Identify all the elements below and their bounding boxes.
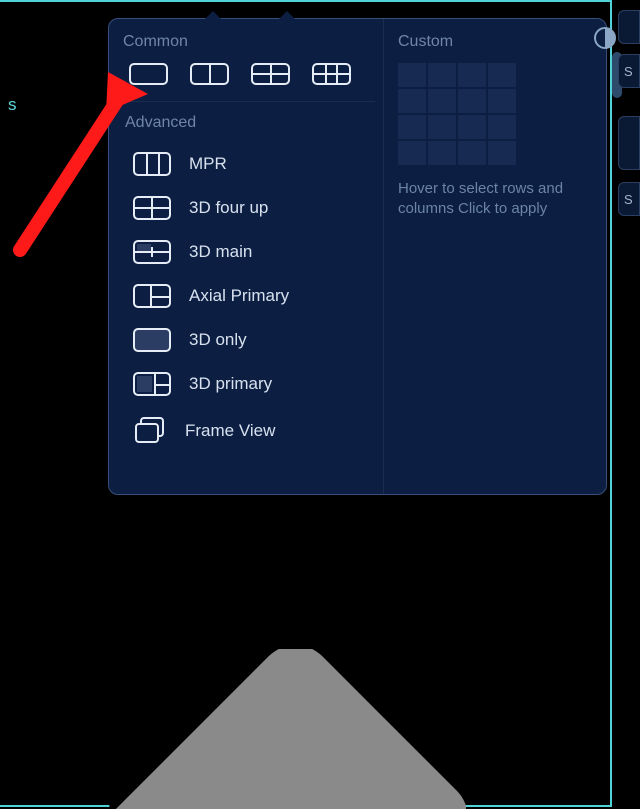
adv-label: Axial Primary	[189, 286, 289, 306]
layout-1x1-icon[interactable]	[129, 63, 168, 85]
adv-item-3d-primary[interactable]: 3D primary	[123, 362, 375, 406]
adv-label: 3D four up	[189, 198, 268, 218]
three-d-main-icon	[133, 240, 171, 264]
layout-1x2-icon[interactable]	[190, 63, 229, 85]
four-up-icon	[133, 196, 171, 220]
right-chip-2[interactable]	[618, 116, 640, 170]
custom-title: Custom	[398, 33, 592, 51]
three-d-primary-icon	[133, 372, 171, 396]
adv-label: 3D only	[189, 330, 247, 350]
adv-label: Frame View	[185, 421, 275, 441]
mpr-icon	[133, 152, 171, 176]
adv-item-3d-only[interactable]: 3D only	[123, 318, 375, 362]
three-d-only-icon	[133, 328, 171, 352]
adv-item-axial-primary[interactable]: Axial Primary	[123, 274, 375, 318]
common-title: Common	[123, 33, 375, 51]
right-toolbar: S S	[616, 0, 640, 250]
divider	[123, 101, 375, 102]
adv-label: MPR	[189, 154, 227, 174]
layout-2x3-icon[interactable]	[312, 63, 351, 85]
adv-label: 3D primary	[189, 374, 272, 394]
common-tiles-row	[123, 63, 375, 85]
ct-slice-image	[108, 649, 466, 809]
advanced-title: Advanced	[125, 114, 375, 132]
popover-left-column: Common Advanced MPR 3D four up 3D main	[109, 19, 383, 494]
adv-item-mpr[interactable]: MPR	[123, 142, 375, 186]
custom-grid[interactable]	[398, 63, 592, 165]
contrast-icon[interactable]	[593, 26, 617, 50]
truncated-text-left: s	[8, 95, 17, 115]
right-chip-0[interactable]	[618, 10, 640, 44]
advanced-list: MPR 3D four up 3D main Axial Primary 3D …	[123, 142, 375, 456]
right-chip-1[interactable]: S	[618, 54, 640, 88]
frame-view-icon	[133, 416, 167, 446]
right-chip-3[interactable]: S	[618, 182, 640, 216]
custom-help-text: Hover to select rows and columns Click t…	[398, 179, 592, 220]
adv-item-frame-view[interactable]: Frame View	[123, 406, 375, 456]
adv-item-3d-four-up[interactable]: 3D four up	[123, 186, 375, 230]
layout-2x2-icon[interactable]	[251, 63, 290, 85]
adv-item-3d-main[interactable]: 3D main	[123, 230, 375, 274]
axial-primary-icon	[133, 284, 171, 308]
adv-label: 3D main	[189, 242, 252, 262]
layout-popover: Common Advanced MPR 3D four up 3D main	[108, 18, 607, 495]
popover-right-column: Custom Hover to select rows and columns …	[383, 19, 606, 494]
